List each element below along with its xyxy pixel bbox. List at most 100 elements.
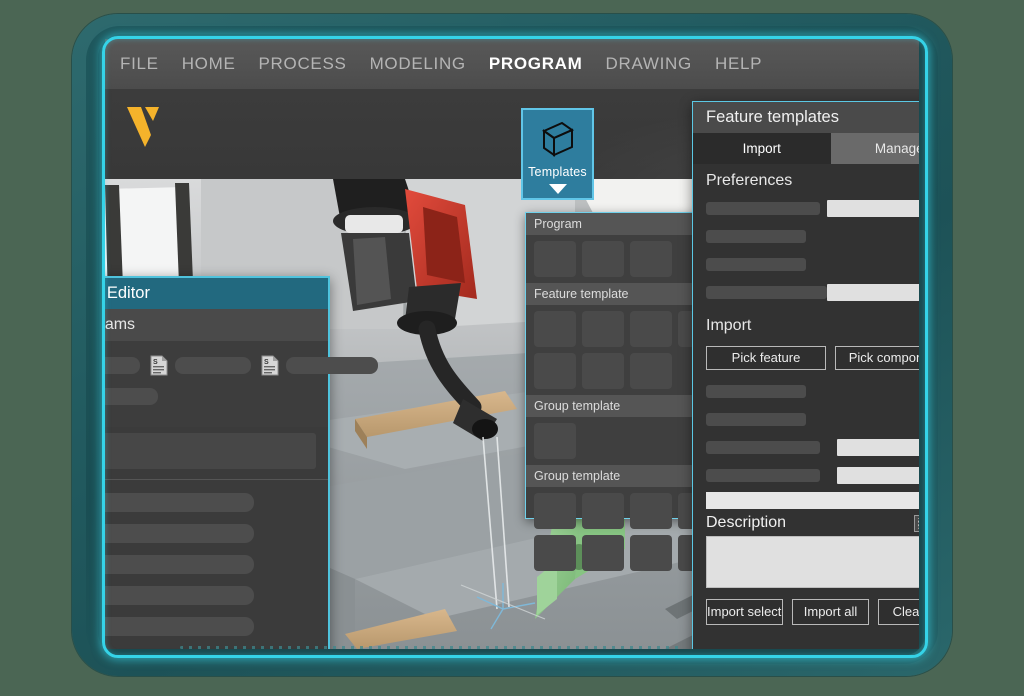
template-tile[interactable] <box>630 241 672 277</box>
template-tile[interactable] <box>630 493 672 529</box>
description-textarea[interactable] <box>706 536 919 588</box>
chevron-down-icon[interactable] <box>549 184 567 194</box>
menu-item-modeling[interactable]: MODELING <box>370 54 466 74</box>
pick-feature-button[interactable]: Pick feature <box>706 346 826 370</box>
feature-templates-title: Feature templates <box>693 102 919 133</box>
subprogram-item[interactable]: S <box>105 386 158 407</box>
template-tile[interactable] <box>582 311 624 347</box>
pick-component-button[interactable]: Pick component <box>835 346 919 370</box>
template-tile[interactable] <box>534 535 576 571</box>
speaker-grille <box>180 646 680 649</box>
feature-templates-panel[interactable]: Feature templates Import Manage Preferen… <box>692 101 919 649</box>
template-tile[interactable] <box>534 311 576 347</box>
program-editor-panel[interactable]: Program Editor Subprograms M <box>105 276 330 649</box>
preferences-fields <box>693 197 919 304</box>
subprogram-file-icon: S <box>261 355 279 376</box>
preference-label <box>706 202 820 215</box>
preference-label <box>706 258 806 271</box>
instruction-field[interactable] <box>105 555 254 574</box>
template-tile[interactable] <box>534 493 576 529</box>
preference-control <box>827 284 919 301</box>
preference-control <box>806 256 919 273</box>
import-all-button[interactable]: Import all <box>792 599 869 625</box>
clear-all-button[interactable]: Clear all <box>878 599 919 625</box>
template-tile[interactable] <box>534 241 576 277</box>
template-tile[interactable] <box>582 535 624 571</box>
subprogram-name-field[interactable] <box>105 388 158 405</box>
marquee-select-icon[interactable] <box>914 515 919 532</box>
template-tile[interactable] <box>630 353 672 389</box>
tab-import[interactable]: Import <box>693 133 831 164</box>
list-item[interactable] <box>105 492 316 512</box>
menu-item-help[interactable]: HELP <box>715 54 762 74</box>
feature-templates-footer: Import selected Import all Clear all <box>693 588 919 625</box>
import-section-title: Import <box>693 309 919 342</box>
menu-item-home[interactable]: HOME <box>182 54 236 74</box>
preferences-section-title: Preferences <box>693 164 919 197</box>
menu-item-program[interactable]: PROGRAM <box>489 54 583 74</box>
import-selected-button[interactable]: Import selected <box>706 599 783 625</box>
subprograms-area: M S <box>105 341 328 427</box>
list-item[interactable] <box>105 585 316 605</box>
template-tile[interactable] <box>534 353 576 389</box>
preference-control <box>806 228 919 245</box>
import-row: X <box>706 464 919 487</box>
preference-row <box>706 225 919 248</box>
import-control: X <box>820 467 919 484</box>
template-tile[interactable] <box>534 423 576 459</box>
description-tools <box>914 515 919 532</box>
pick-button-row: Pick feature Pick component <box>693 342 919 370</box>
description-section-title: Description <box>706 514 786 532</box>
import-row <box>706 380 919 403</box>
templates-ribbon-button[interactable]: Templates <box>521 108 594 200</box>
subprogram-item[interactable]: M <box>105 355 140 376</box>
menu-item-file[interactable]: FILE <box>120 54 159 74</box>
import-row <box>706 408 919 431</box>
subprogram-name-field[interactable] <box>286 357 378 374</box>
subprogram-name-field[interactable] <box>175 357 251 374</box>
template-tile[interactable] <box>582 493 624 529</box>
import-control: ... <box>820 439 919 456</box>
template-tile[interactable] <box>630 311 672 347</box>
import-path-input[interactable] <box>837 439 919 456</box>
instruction-field[interactable] <box>105 617 254 636</box>
import-row: ... <box>706 436 919 459</box>
template-tile[interactable] <box>582 353 624 389</box>
feature-templates-tabs: Import Manage <box>693 133 919 164</box>
template-tile[interactable] <box>582 241 624 277</box>
tab-manage[interactable]: Manage <box>831 133 920 164</box>
import-label <box>706 469 820 482</box>
subprogram-row: M S <box>105 355 316 376</box>
tablet-screen: FILE HOME PROCESS MODELING PROGRAM DRAWI… <box>105 39 919 649</box>
svg-text:S: S <box>153 359 158 366</box>
import-control <box>806 411 919 428</box>
import-label <box>706 413 806 426</box>
import-control <box>806 383 919 400</box>
subprogram-name-field[interactable] <box>105 357 140 374</box>
import-fields: ... X <box>693 380 919 487</box>
templates-button-label: Templates <box>528 165 587 179</box>
instruction-field[interactable] <box>105 493 254 512</box>
svg-text:S: S <box>264 359 269 366</box>
program-selector-bar[interactable] <box>105 433 316 469</box>
import-search-input[interactable] <box>706 492 919 509</box>
list-item[interactable] <box>105 554 316 574</box>
v-logo-icon <box>123 101 175 153</box>
subprogram-item[interactable]: S <box>261 355 378 376</box>
menu-item-drawing[interactable]: DRAWING <box>606 54 692 74</box>
subprogram-item[interactable]: S <box>150 355 251 376</box>
import-label <box>706 385 806 398</box>
preference-input[interactable] <box>827 200 919 217</box>
screenshot-root: FILE HOME PROCESS MODELING PROGRAM DRAWI… <box>0 0 1024 696</box>
template-tile[interactable] <box>630 535 672 571</box>
list-item[interactable] <box>105 523 316 543</box>
preference-input[interactable] <box>827 284 919 301</box>
cube-icon <box>538 119 578 159</box>
preference-label <box>706 286 827 299</box>
menu-item-process[interactable]: PROCESS <box>259 54 347 74</box>
instruction-field[interactable] <box>105 586 254 605</box>
preference-row <box>706 197 919 220</box>
import-filter-input[interactable] <box>837 467 919 484</box>
list-item[interactable] <box>105 616 316 636</box>
instruction-field[interactable] <box>105 524 254 543</box>
